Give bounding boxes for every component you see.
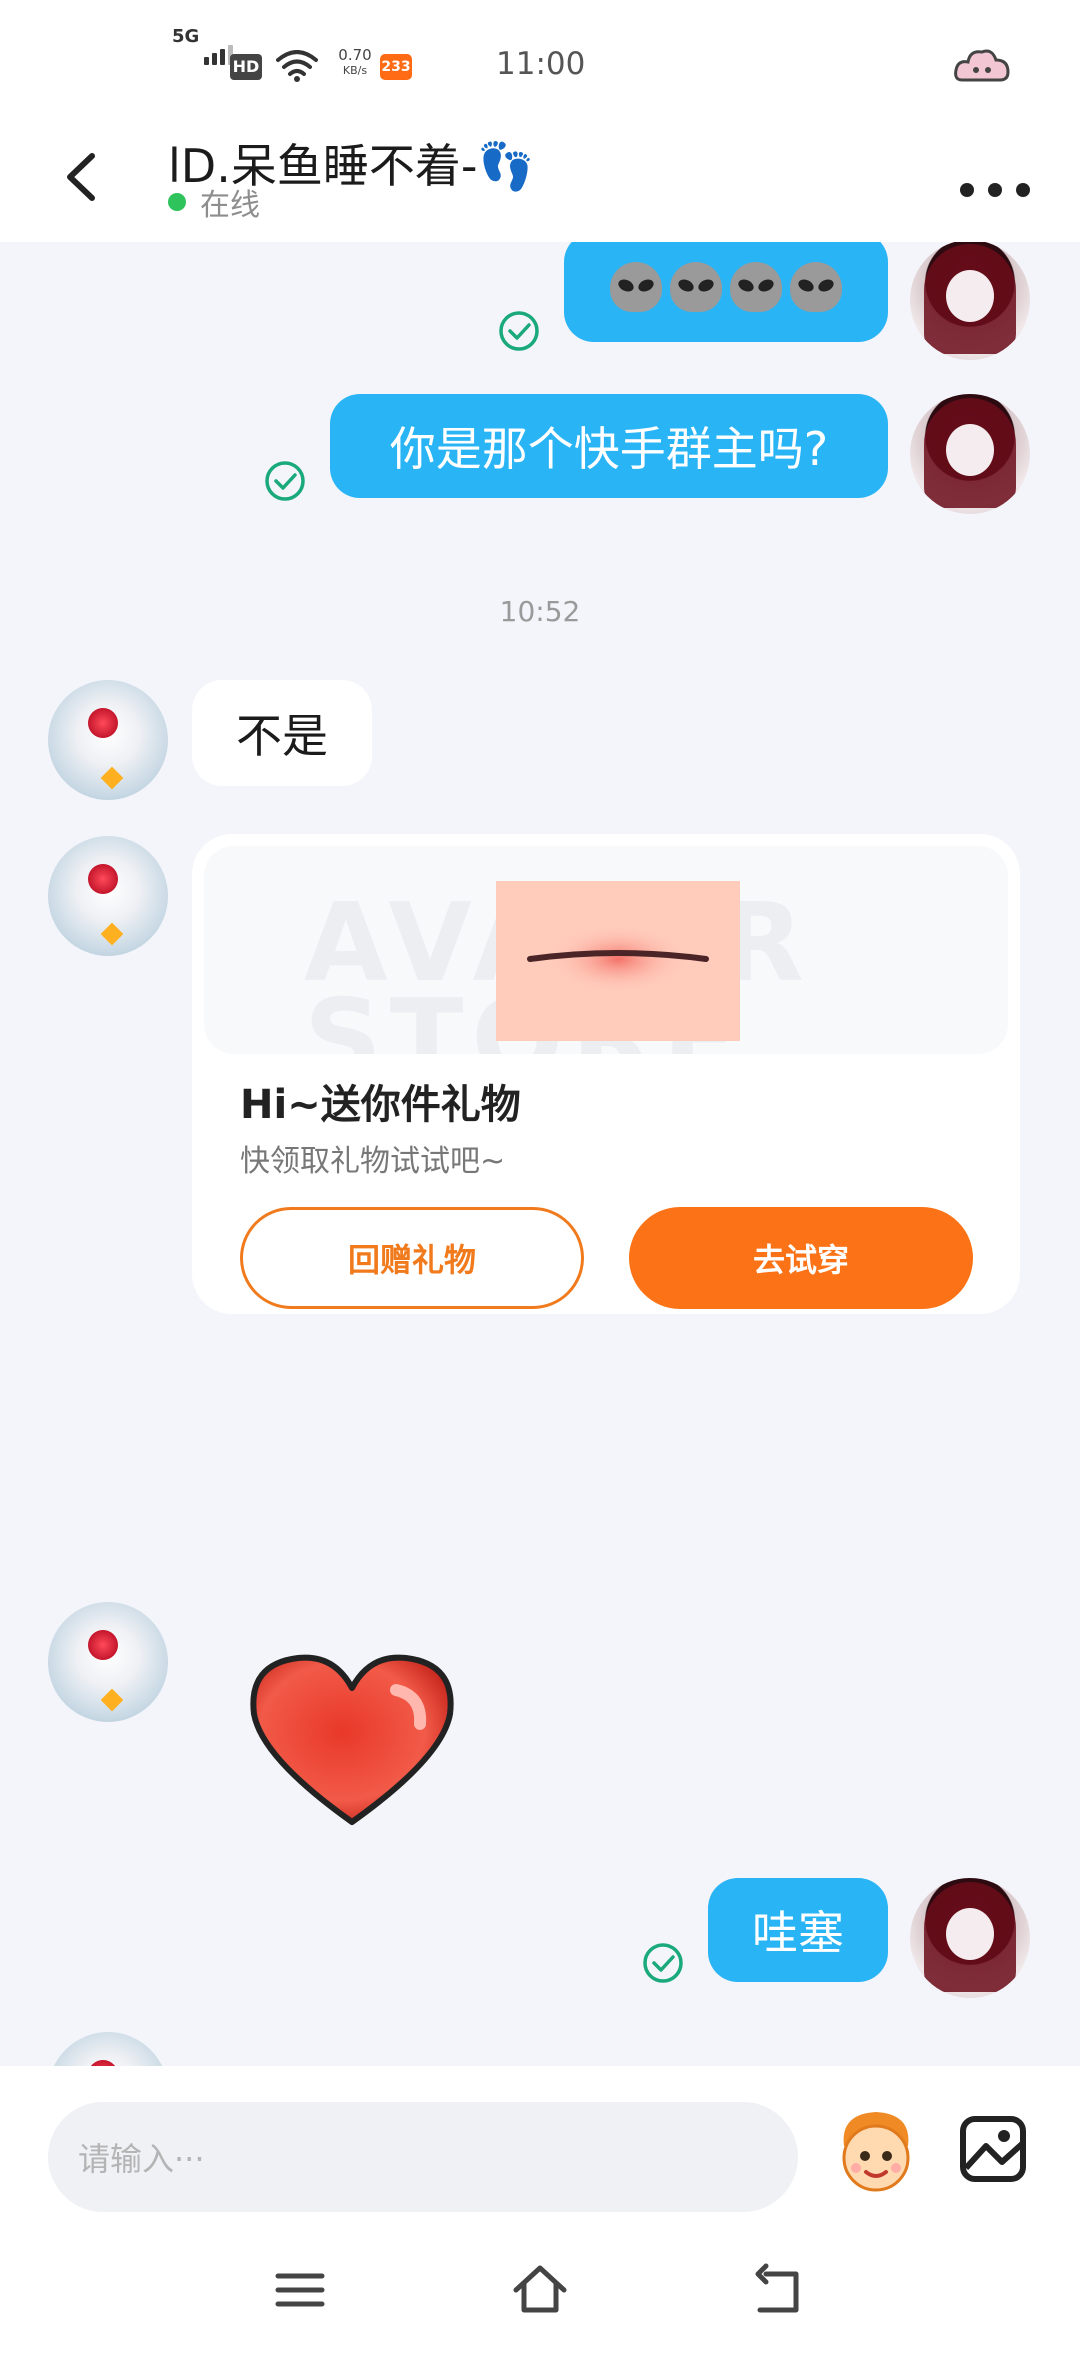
hd-badge: HD <box>230 54 262 80</box>
input-bar: 请输入··· <box>0 2066 1080 2228</box>
gift-lips-image <box>496 881 740 1041</box>
message-bubble-out[interactable]: 你是那个快手群主吗? <box>330 394 888 498</box>
online-status: 在线 <box>168 180 260 224</box>
my-avatar[interactable] <box>910 1878 1030 1998</box>
signal-icon: 5G <box>172 26 234 65</box>
return-gift-button[interactable]: 回赠礼物 <box>240 1207 584 1309</box>
gift-title: Hi~送你件礼物 <box>240 1082 521 1128</box>
menu-icon[interactable] <box>270 2260 330 2320</box>
alien-icon <box>790 262 842 312</box>
speed-value: 0.70 <box>338 46 372 64</box>
cloud-app-icon <box>954 49 1010 82</box>
contact-avatar[interactable] <box>48 1602 168 1722</box>
speed-unit: KB/s <box>342 64 368 77</box>
alien-icon <box>730 262 782 312</box>
message-input[interactable]: 请输入··· <box>48 2102 798 2212</box>
message-list[interactable]: 你是那个快手群主吗? 10:52 不是 AVATAR STORE <box>0 242 1080 2066</box>
network-speed: 0.70 KB/s <box>333 48 377 78</box>
system-nav-bar <box>0 2228 1080 2376</box>
network-type: 5G <box>172 26 200 47</box>
gift-preview: AVATAR STORE <box>204 846 1008 1054</box>
alien-icon <box>670 262 722 312</box>
back-arrow-icon[interactable] <box>56 142 106 212</box>
status-bar: 5G HD 0.70 KB/s 233 11:00 <box>0 0 1080 130</box>
alien-icon <box>610 262 662 312</box>
image-icon[interactable] <box>958 2114 1028 2184</box>
contact-avatar[interactable] <box>48 836 168 956</box>
contact-avatar[interactable] <box>48 680 168 800</box>
my-avatar[interactable] <box>910 394 1030 514</box>
message-timestamp: 10:52 <box>499 595 581 628</box>
read-check-icon <box>643 1943 683 1983</box>
gift-description: 快领取礼物试试吧~ <box>240 1144 506 1179</box>
message-bubble-out[interactable]: 哇塞 <box>708 1878 888 1982</box>
app-badge: 233 <box>380 54 412 80</box>
read-check-icon <box>499 311 539 351</box>
message-bubble-out[interactable] <box>564 242 888 342</box>
more-dots-icon[interactable] <box>960 160 1030 220</box>
read-check-icon <box>265 461 305 501</box>
nav-back-icon[interactable] <box>750 2260 810 2320</box>
clock: 11:00 <box>496 46 586 82</box>
home-icon[interactable] <box>510 2260 570 2320</box>
online-status-text: 在线 <box>200 188 260 223</box>
wifi-icon <box>276 50 318 82</box>
try-on-button[interactable]: 去试穿 <box>629 1207 973 1309</box>
sticker-icon[interactable] <box>830 2106 922 2198</box>
chat-header: lD.呆鱼睡不着-👣 在线 <box>0 120 1080 242</box>
message-bubble-in[interactable]: 不是 <box>192 680 372 786</box>
contact-avatar[interactable] <box>48 2032 168 2066</box>
lips-icon <box>527 925 709 993</box>
gift-card[interactable]: AVATAR STORE Hi~送你件礼物 快领取礼物试试吧~ 回赠礼物 去试穿 <box>192 834 1020 1314</box>
heart-sticker-icon[interactable] <box>246 1650 458 1832</box>
online-dot <box>168 193 186 211</box>
alien-emoji-group <box>610 262 842 312</box>
my-avatar[interactable] <box>910 242 1030 360</box>
